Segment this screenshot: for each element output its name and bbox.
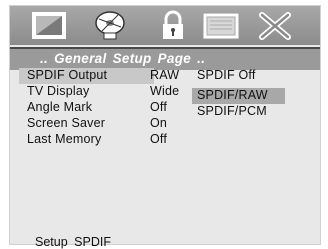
- menu-item-value: Wide: [150, 84, 180, 98]
- submenu-option-spdif-raw[interactable]: SPDIF/RAW: [197, 88, 268, 102]
- menu-item-label: SPDIF Output: [27, 68, 108, 82]
- menu-item-value: RAW: [150, 68, 180, 82]
- disc-icon[interactable]: [87, 9, 129, 42]
- menu-item-label: TV Display: [27, 84, 90, 98]
- menu-item-label: Angle Mark: [27, 100, 93, 114]
- status-text: Setup SPDIF: [35, 235, 111, 249]
- menu-item-value: On: [150, 116, 168, 130]
- lock-icon[interactable]: [152, 9, 194, 42]
- exit-icon[interactable]: [254, 9, 296, 42]
- submenu-option-spdif-pcm[interactable]: SPDIF/PCM: [197, 104, 267, 118]
- tv-icon[interactable]: [28, 9, 70, 42]
- page-title: .. General Setup Page ..: [40, 51, 206, 66]
- submenu-option-spdif-off[interactable]: SPDIF Off: [197, 68, 256, 82]
- menu-item-value: Off: [150, 132, 168, 146]
- menu-item-label: Screen Saver: [27, 116, 106, 130]
- setup-menu-frame: .. General Setup Page .. SPDIF Output RA…: [9, 5, 321, 249]
- menu-item-value: Off: [150, 100, 168, 114]
- page-title-bar: .. General Setup Page ..: [10, 47, 320, 70]
- setup-icon-bar: [10, 6, 320, 45]
- menu-item-label: Last Memory: [27, 132, 102, 146]
- preference-icon[interactable]: [200, 9, 242, 42]
